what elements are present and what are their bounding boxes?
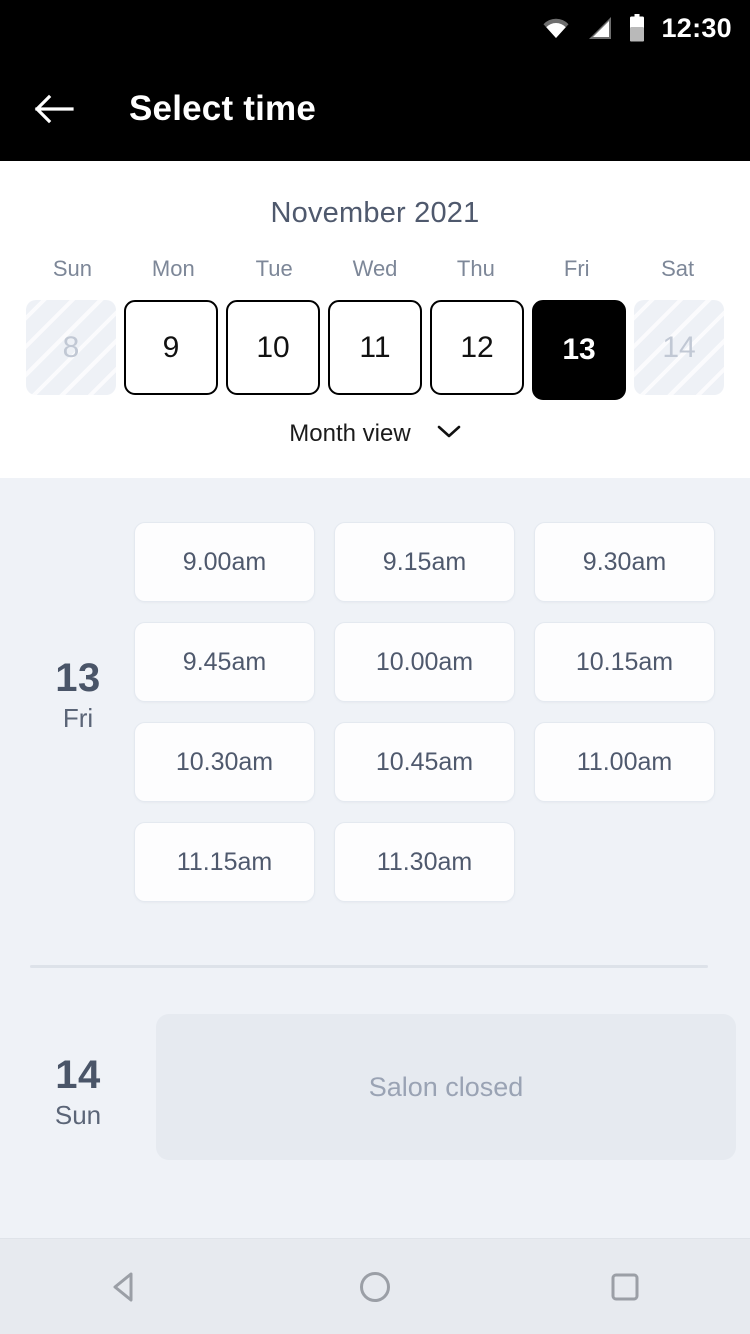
date-cell-8: 8: [26, 300, 116, 395]
weekday-header-row: Sun Mon Tue Wed Thu Fri Sat: [0, 256, 750, 282]
screen-select-time: 12:30 Select time November 2021 Sun Mon …: [0, 0, 750, 1334]
weekday-label: Sun: [52, 256, 92, 281]
date-strip: 8 9 10 11 12 13 14: [0, 300, 750, 400]
day-label-13: 13 Fri: [22, 478, 134, 902]
schedule-area: 13 Fri 9.00am 9.15am 9.30am 9.45am 10.00…: [0, 478, 750, 1238]
section-divider: [30, 965, 708, 968]
time-slot[interactable]: 10.00am: [334, 622, 515, 702]
calendar-panel: November 2021 Sun Mon Tue Wed Thu Fri Sa…: [0, 161, 750, 478]
time-slot[interactable]: 9.15am: [334, 522, 515, 602]
weekday-label: Mon: [151, 256, 195, 281]
arrow-left-icon[interactable]: [22, 77, 86, 141]
weekday-label: Thu: [456, 256, 495, 281]
app-bar: Select time: [0, 56, 750, 161]
month-view-toggle[interactable]: Month view: [0, 420, 750, 448]
time-slot[interactable]: 9.45am: [134, 622, 315, 702]
status-icons: [541, 14, 645, 42]
date-cell-14: 14: [634, 300, 724, 395]
time-slot[interactable]: 9.30am: [534, 522, 715, 602]
status-bar: 12:30: [0, 0, 750, 56]
time-slot[interactable]: 10.45am: [334, 722, 515, 802]
day-number: 13: [55, 655, 101, 700]
date-cell-9[interactable]: 9: [124, 300, 218, 395]
wifi-icon: [541, 16, 571, 40]
date-cell-11[interactable]: 11: [328, 300, 422, 395]
time-slot[interactable]: 10.15am: [534, 622, 715, 702]
day-group-13: 13 Fri 9.00am 9.15am 9.30am 9.45am 10.00…: [0, 478, 750, 902]
time-slot[interactable]: 9.00am: [134, 522, 315, 602]
calendar-month-title: November 2021: [270, 197, 480, 229]
time-slot[interactable]: 11.00am: [534, 722, 715, 802]
nav-home-icon[interactable]: [330, 1242, 420, 1332]
day-group-14: 14 Sun Salon closed: [0, 1014, 750, 1160]
day-weekday: Fri: [62, 702, 94, 733]
salon-closed-card: Salon closed: [156, 1014, 736, 1160]
nav-recents-icon[interactable]: [580, 1242, 670, 1332]
weekday-label: Wed: [352, 256, 398, 281]
time-slot[interactable]: 10.30am: [134, 722, 315, 802]
month-view-label: Month view: [289, 420, 411, 447]
nav-back-icon[interactable]: [80, 1242, 170, 1332]
signal-icon: [587, 15, 613, 41]
android-nav-bar: [0, 1238, 750, 1334]
date-cell-13[interactable]: 13: [532, 300, 626, 400]
date-cell-12[interactable]: 12: [430, 300, 524, 395]
time-slot-grid: 9.00am 9.15am 9.30am 9.45am 10.00am 10.1…: [134, 478, 750, 902]
chevron-down-icon: [437, 425, 461, 444]
day-label-14: 14 Sun: [22, 1014, 134, 1160]
time-slot[interactable]: 11.15am: [134, 822, 315, 902]
page-title: Select time: [129, 88, 317, 128]
weekday-label: Tue: [255, 256, 293, 281]
time-slot[interactable]: 11.30am: [334, 822, 515, 902]
battery-icon: [629, 14, 645, 42]
day-number: 14: [55, 1052, 101, 1097]
day-weekday: Sun: [54, 1099, 102, 1130]
date-cell-10[interactable]: 10: [226, 300, 320, 395]
status-time: 12:30: [661, 12, 732, 43]
weekday-label: Fri: [563, 256, 590, 281]
weekday-label: Sat: [661, 256, 695, 281]
